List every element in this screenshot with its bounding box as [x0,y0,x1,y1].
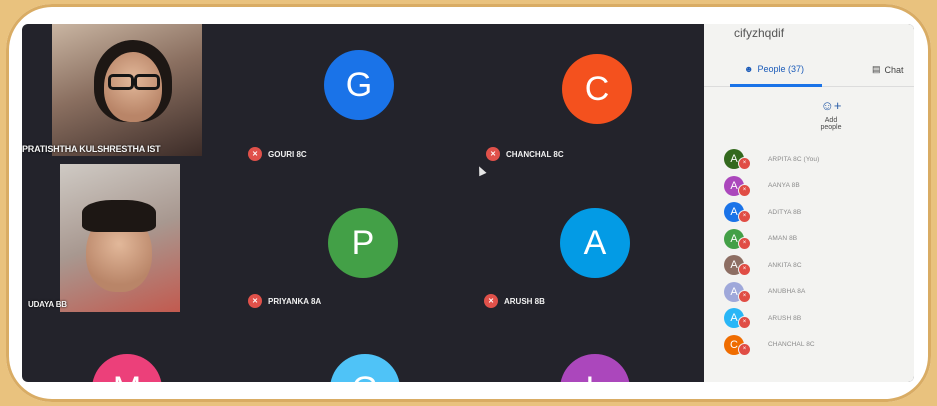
avatar-letter: G [345,66,373,104]
participant-avatar: A [560,208,630,278]
mouse-cursor-icon [475,164,487,177]
avatar-letter: A [730,259,738,272]
participant-list-item[interactable]: A × AANYA 8B [724,173,914,200]
mic-off-icon: ✕ [486,147,500,161]
camera-feed [52,24,202,156]
participant-list-item[interactable]: A × ARUSH 8B [724,305,914,332]
participant-list-item[interactable]: C × CHANCHAL 8C [724,332,914,359]
avatar-letter: L [586,370,605,382]
participant-list: A × ARPITA 8C (You) A × AANYA 8B A × ADITYA 8B A ×… [724,146,914,358]
tab-label: People (37) [757,64,805,74]
participant-avatar: M [92,354,162,382]
participant-name: ANUBHA 8A [768,288,806,296]
participant-name: GOURI 8C [268,149,307,159]
participant-list-item[interactable]: A × ARPITA 8C (You) [724,146,914,173]
tab-people[interactable]: ☻ People (37) [744,64,804,74]
participant-tile-label: ✕ CHANCHAL 8C [486,147,564,161]
tab-chat[interactable]: ▤ Chat [872,64,904,75]
participant-avatar: G [324,50,394,120]
participant-tile-label: ✕ GOURI 8C [248,147,307,161]
tile-name: PRATISHTHA KULSHRESTHA IST [22,144,161,154]
participant-name: AANYA 8B [768,182,800,190]
mic-off-icon: × [738,289,751,303]
participant-avatar: A × [724,175,751,197]
participant-name: ANKITA 8C [768,261,802,269]
avatar-letter: G [352,370,378,382]
add-people-label: Add people [820,117,842,131]
meeting-screen: PRATISHTHA KULSHRESTHA IST UDAYA BB G ✕ … [22,24,914,382]
mic-off-icon: × [738,342,751,356]
participant-avatar: A × [724,281,751,303]
avatar-letter: A [730,179,738,192]
participant-list-item[interactable]: A × AMAN 8B [724,226,914,253]
add-people-button[interactable]: ☺+ Add people [814,98,848,131]
video-tile[interactable] [60,164,180,312]
participant-name: CHANCHAL 8C [768,341,815,349]
mic-off-icon: ✕ [484,294,498,308]
participant-name: AMAN 8B [768,235,798,243]
mic-off-icon: × [738,263,751,277]
tile-name: UDAYA BB [28,300,67,309]
mic-off-icon: × [738,236,751,250]
tab-label: Chat [884,64,904,75]
mic-off-icon: ✕ [248,294,262,308]
participant-tile-label: ✕ PRIYANKA 8A [248,294,321,308]
participant-avatar: A × [724,149,751,171]
participant-tile-label: ✕ ARUSH 8B [484,294,545,308]
participant-avatar: C [562,54,632,124]
participant-list-item[interactable]: A × ANKITA 8C [724,252,914,279]
participant-avatar: C × [724,334,751,356]
mic-off-icon: ✕ [248,147,262,161]
avatar-letter: A [730,206,738,219]
avatar-letter: A [583,224,607,262]
avatar-letter: A [730,153,738,166]
people-panel: cifyzhqdif ☻ People (37) ▤ Chat ☺+ Add p… [704,24,914,382]
active-tab-indicator [730,84,822,87]
participant-name: PRIYANKA 8A [268,296,322,306]
participant-name: ADITYA 8B [768,208,802,216]
meeting-code: cifyzhqdif [734,26,785,40]
avatar-letter: A [730,232,738,245]
mic-off-icon: × [738,183,751,197]
avatar-letter: P [351,224,375,262]
participant-name: ARPITA 8C (You) [768,155,820,163]
video-tile[interactable] [52,24,202,156]
participant-avatar: A × [724,255,751,277]
participant-avatar: A × [724,228,751,250]
avatar-letter: A [730,312,738,325]
participant-name: CHANCHAL 8C [506,149,564,159]
participant-list-item[interactable]: A × ANUBHA 8A [724,279,914,306]
mic-off-icon: × [738,210,751,224]
avatar-letter: A [730,285,738,298]
mic-off-icon: × [738,157,751,171]
participant-name: ARUSH 8B [504,296,545,306]
participant-avatar: A × [724,202,751,224]
participant-name: ARUSH 8B [768,314,802,322]
people-icon: ☻ [744,64,754,74]
participant-list-item[interactable]: A × ADITYA 8B [724,199,914,226]
avatar-letter: C [584,70,610,108]
avatar-letter: C [730,338,738,351]
mic-off-icon: × [738,316,751,330]
add-person-icon: ☺+ [820,98,842,113]
chat-icon: ▤ [872,64,881,74]
participant-avatar: P [328,208,398,278]
participant-avatar: G [330,354,400,382]
panel-tabs: ☻ People (37) ▤ Chat [704,58,914,87]
avatar-letter: M [113,370,141,382]
participant-avatar: L [560,354,630,382]
participant-avatar: A × [724,308,751,330]
camera-feed [60,164,180,312]
